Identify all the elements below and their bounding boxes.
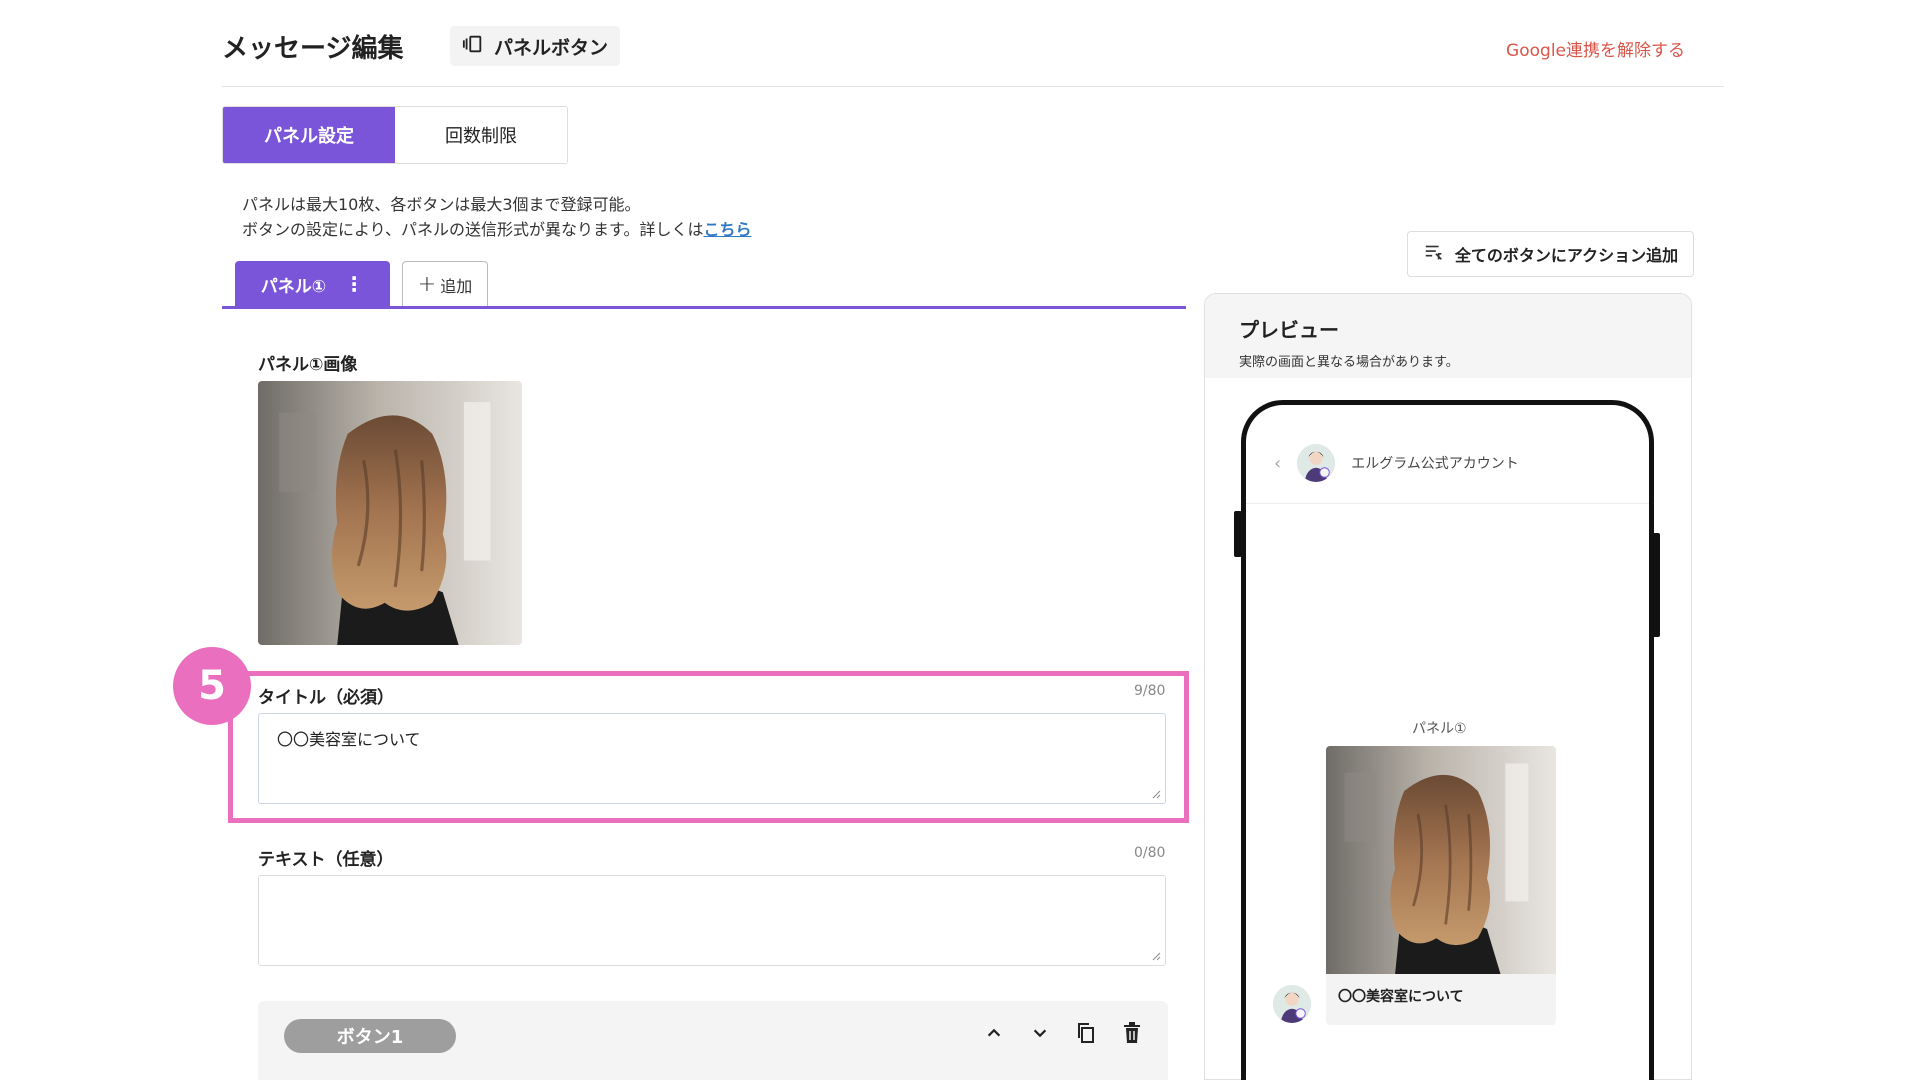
tab-panel-1[interactable]: パネル① ⋮ — [235, 261, 390, 307]
button-1-pill[interactable]: ボタン1 — [284, 1019, 456, 1053]
preview-panel-card: 〇〇美容室について — [1326, 746, 1556, 1025]
kebab-menu-icon[interactable]: ⋮ — [344, 272, 364, 296]
move-up-icon[interactable] — [982, 1021, 1006, 1045]
resize-grip-icon[interactable] — [1151, 789, 1161, 799]
preview-panel-label: パネル① — [1412, 721, 1467, 737]
message-type-badge: パネルボタン — [450, 26, 620, 66]
move-down-icon[interactable] — [1028, 1021, 1052, 1045]
panel-icon — [462, 33, 484, 60]
panel-image-label: パネル①画像 — [258, 355, 358, 375]
preview-title: プレビュー — [1239, 318, 1339, 342]
header-divider — [222, 86, 1724, 87]
panel-note: パネルは最大10枚、各ボタンは最大3個まで登録可能。 ボタンの設定により、パネル… — [242, 192, 751, 242]
preview-sender-avatar — [1273, 985, 1311, 1023]
button-row: ボタン1 — [258, 1001, 1168, 1080]
panel-tabs: パネル① ⋮ + 追加 — [235, 261, 488, 307]
back-chevron-icon[interactable]: ‹ — [1274, 453, 1281, 474]
text-counter: 0/80 — [1134, 845, 1166, 861]
trash-icon[interactable] — [1120, 1021, 1144, 1045]
add-panel-button[interactable]: + 追加 — [402, 261, 488, 307]
panel-tabs-underline — [222, 306, 1186, 309]
copy-icon[interactable] — [1074, 1021, 1098, 1045]
details-link[interactable]: こちら — [703, 220, 751, 239]
preview-card-title: 〇〇美容室について — [1338, 989, 1464, 1005]
title-input-value: 〇〇美容室について — [277, 730, 421, 749]
action-list-icon — [1423, 241, 1445, 267]
chat-header: ‹ エルグラム公式アカウント — [1246, 405, 1649, 504]
title-label: タイトル（必須） — [258, 688, 394, 708]
preview-subtitle: 実際の画面と異なる場合があります。 — [1239, 355, 1459, 370]
panel-tab-label: パネル① — [260, 276, 327, 297]
account-avatar — [1297, 444, 1336, 482]
note-line-2: ボタンの設定により、パネルの送信形式が異なります。詳しくは — [242, 220, 704, 239]
google-unlink-link[interactable]: Google連携を解除する — [1506, 36, 1685, 61]
plus-icon: + — [417, 272, 437, 297]
mode-tabs: パネル設定 回数制限 — [222, 106, 568, 164]
account-name: エルグラム公式アカウント — [1351, 456, 1519, 472]
text-input[interactable] — [258, 875, 1166, 966]
text-label: テキスト（任意） — [258, 850, 394, 870]
page-title: メッセージ編集 — [222, 34, 404, 64]
tab-count-limit[interactable]: 回数制限 — [395, 107, 567, 163]
tab-panel-settings[interactable]: パネル設定 — [223, 107, 395, 163]
message-type-label: パネルボタン — [493, 36, 608, 59]
add-action-all-buttons[interactable]: 全てのボタンにアクション追加 — [1407, 231, 1694, 277]
add-panel-label: 追加 — [440, 276, 473, 296]
add-action-label: 全てのボタンにアクション追加 — [1454, 246, 1679, 265]
panel-image[interactable] — [258, 381, 522, 645]
resize-grip-icon[interactable] — [1151, 951, 1161, 961]
preview-panel-image — [1326, 746, 1556, 974]
step-number-badge: 5 — [173, 647, 251, 725]
note-line-1: パネルは最大10枚、各ボタンは最大3個まで登録可能。 — [242, 195, 641, 214]
title-counter: 9/80 — [1134, 683, 1166, 699]
button-row-actions — [982, 1021, 1144, 1045]
title-input[interactable]: 〇〇美容室について — [258, 713, 1166, 804]
preview-header: プレビュー 実際の画面と異なる場合があります。 — [1205, 294, 1691, 378]
